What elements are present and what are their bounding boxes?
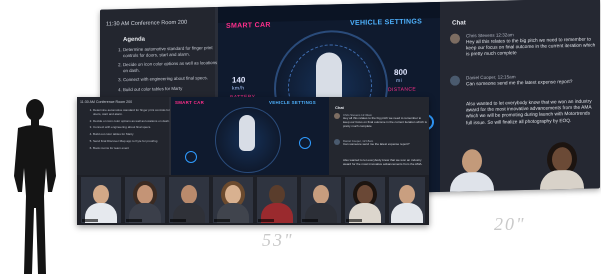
agenda-item: Connect with engineering about final spe… xyxy=(123,75,219,83)
video-tile xyxy=(257,177,297,223)
name-tag xyxy=(82,219,98,222)
avatar xyxy=(450,33,460,44)
size-label-20: 20" xyxy=(494,214,526,234)
smart-car-label: SMART CAR xyxy=(175,100,205,105)
chat-message: Chris Stevens 12:32am Hey all this relat… xyxy=(334,113,427,137)
car-icon xyxy=(239,115,255,151)
chat-title: Chat xyxy=(452,19,466,27)
speed-icon xyxy=(185,151,197,163)
name-tag xyxy=(302,219,318,222)
participant-body xyxy=(391,203,423,223)
name-tag xyxy=(214,219,230,222)
person-silhouette xyxy=(14,99,56,274)
chat-text: Also wanted to let everybody know that w… xyxy=(343,158,423,166)
video-tile xyxy=(213,177,253,223)
participant-face xyxy=(357,185,373,204)
meeting-header: 11:30 AM Conference Room 200 xyxy=(80,100,133,104)
video-participant xyxy=(446,141,496,198)
vehicle-settings-label: VEHICLE SETTINGS xyxy=(350,18,423,27)
agenda-item: Determine automotive standard for finger… xyxy=(123,45,219,58)
agenda-item: Connect with engineering about final spe… xyxy=(93,126,173,130)
agenda-item: Book rooms for team event xyxy=(93,146,173,151)
video-tile xyxy=(345,177,385,223)
avatar xyxy=(450,75,460,86)
name-tag xyxy=(346,219,362,222)
chat-message: Chris Stevens 12:32am Hey all this relat… xyxy=(450,30,596,73)
participant-face xyxy=(137,185,153,204)
battery-unit: km/h xyxy=(232,85,245,92)
chat-text: Hey all this relates to the big pitch we… xyxy=(466,37,596,58)
wheel-icon xyxy=(299,137,311,149)
participant-face xyxy=(93,185,109,204)
smart-car-label: SMART CAR xyxy=(226,21,271,30)
agenda-item: Build out color tables for Marty xyxy=(123,84,219,92)
agenda-item: Decide on icon color options as well as … xyxy=(123,60,219,73)
distance-label: DISTANCE xyxy=(388,86,417,94)
participant-body xyxy=(540,169,584,196)
agenda-title: Agenda xyxy=(123,36,146,44)
participant-face xyxy=(225,185,241,204)
size-label-53: 53" xyxy=(262,230,294,250)
participant-face xyxy=(313,185,329,204)
avatar xyxy=(334,139,340,145)
chat-text: Also wanted to let everybody know that w… xyxy=(466,99,592,126)
chat-message: Also wanted to let everybody know that w… xyxy=(450,92,596,145)
chat-sender: Chris Stevens 12:32am xyxy=(466,32,514,39)
distance-value: 800 xyxy=(394,67,408,78)
agenda-item: Decide on icon color options as well as … xyxy=(93,119,173,124)
chat-message: Daniel Cooper, 12:15am Can someone send … xyxy=(334,139,426,153)
participant-face xyxy=(399,185,415,204)
name-tag xyxy=(170,219,186,222)
video-participant xyxy=(536,139,586,196)
video-tile xyxy=(169,177,209,223)
agenda-item: Send final Discover Map app to Kyle for … xyxy=(93,139,173,144)
meeting-header: 11:30 AM Conference Room 200 xyxy=(106,19,188,28)
chat-text: Can someone send me the latest expense r… xyxy=(466,79,573,88)
participant-face xyxy=(552,146,572,172)
participant-body xyxy=(450,171,494,198)
agenda-item: Determine automotive standard for finger… xyxy=(93,108,173,117)
agenda-list: Determine automotive standard for finger… xyxy=(85,108,173,154)
participant-face xyxy=(269,185,285,204)
name-tag xyxy=(126,219,142,222)
chat-text: Hey all this relates to the big pitch we… xyxy=(343,116,427,128)
car-dashboard: SMART CAR VEHICLE SETTINGS xyxy=(171,97,329,175)
video-tile xyxy=(389,177,425,223)
participant-face xyxy=(181,185,197,204)
video-tile xyxy=(81,177,121,223)
chat-text: Can someone send me the latest expense r… xyxy=(343,142,410,146)
chat-title: Chat xyxy=(335,105,344,110)
participant-face xyxy=(462,149,482,174)
video-tile xyxy=(301,177,341,223)
name-tag xyxy=(258,219,274,222)
agenda-list: Determine automotive standard for finger… xyxy=(113,45,219,96)
avatar xyxy=(334,113,340,119)
agenda-item: Build out color tables for Marty xyxy=(93,132,173,137)
small-display: 11:30 AM Conference Room 200 Determine a… xyxy=(77,97,429,225)
vehicle-settings-label: VEHICLE SETTINGS xyxy=(269,100,317,105)
video-tile xyxy=(125,177,165,223)
distance-unit: mi xyxy=(396,77,403,84)
chat-sender: Daniel Cooper, 12:15am xyxy=(466,74,516,81)
battery-value: 140 xyxy=(232,75,246,85)
